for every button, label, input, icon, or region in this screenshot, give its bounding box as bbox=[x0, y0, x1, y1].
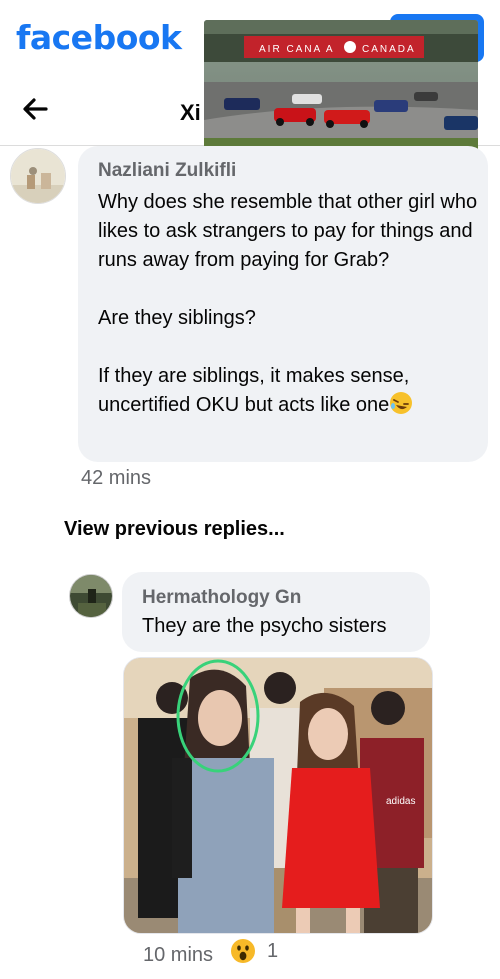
reply-timestamp: 10 mins bbox=[143, 944, 214, 966]
commenter-avatar[interactable] bbox=[10, 148, 66, 204]
reply-bubble bbox=[122, 572, 430, 652]
reply-author[interactable]: Hermathology Gn bbox=[142, 587, 301, 609]
rolling-on-floor-laughing-emoji bbox=[390, 392, 413, 414]
wow-reaction-icon[interactable] bbox=[230, 938, 256, 964]
banner-text-left: AIR CANA A bbox=[259, 44, 335, 55]
facebook-logo[interactable]: facebook bbox=[16, 18, 182, 57]
post-title: Xi bbox=[180, 100, 201, 125]
comment-author[interactable]: Nazliani Zulkifli bbox=[98, 160, 236, 182]
reply-text: They are the psycho sisters bbox=[142, 615, 387, 637]
replier-avatar[interactable] bbox=[69, 574, 113, 618]
reply-photo[interactable]: adidas bbox=[123, 657, 433, 934]
comment-body: Why does she resemble that other girl wh… bbox=[98, 191, 478, 416]
comment-timestamp: 42 mins bbox=[81, 467, 152, 489]
view-previous-replies-link[interactable]: View previous replies... bbox=[64, 518, 285, 541]
banner-text-right: CANADA bbox=[362, 44, 416, 55]
arrow-left-icon[interactable] bbox=[20, 94, 50, 124]
shirt-text: adidas bbox=[386, 796, 415, 807]
comment-text: Why does she resemble that other girl wh… bbox=[98, 188, 478, 420]
reaction-count[interactable]: 1 bbox=[267, 940, 278, 963]
